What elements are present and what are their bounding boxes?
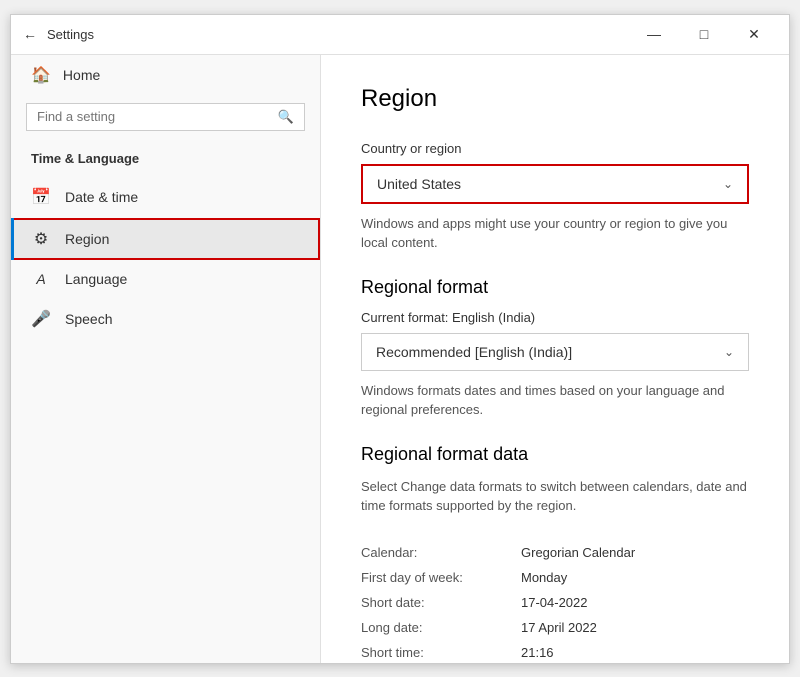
data-table: Calendar: Gregorian Calendar First day o… (361, 540, 749, 663)
sidebar-item-region[interactable]: ⚙ Region (11, 218, 320, 260)
sidebar: 🏠 Home 🔍 Time & Language 📅 Date & time ⚙… (11, 55, 321, 663)
date-time-icon: 📅 (31, 187, 51, 207)
country-chevron-icon: ⌄ (723, 177, 733, 191)
sidebar-home-item[interactable]: 🏠 Home (11, 55, 320, 95)
home-icon: 🏠 (31, 65, 51, 85)
sidebar-item-speech[interactable]: 🎤 Speech (11, 298, 320, 340)
current-format-label: Current format: English (India) (361, 310, 749, 325)
page-title: Region (361, 85, 749, 113)
sidebar-item-language[interactable]: A Language (11, 260, 320, 298)
minimize-button[interactable]: — (631, 19, 677, 49)
first-day-key: First day of week: (361, 570, 521, 585)
speech-icon: 🎤 (31, 309, 51, 329)
table-row: First day of week: Monday (361, 565, 749, 590)
sidebar-item-date-time-label: Date & time (65, 189, 138, 205)
country-dropdown[interactable]: United States ⌄ (361, 164, 749, 204)
country-section: Country or region United States ⌄ Window… (361, 141, 749, 253)
calendar-key: Calendar: (361, 545, 521, 560)
settings-window: ← Settings — □ ✕ 🏠 Home 🔍 Time & Languag… (10, 14, 790, 664)
long-date-value: 17 April 2022 (521, 620, 597, 635)
sidebar-item-language-label: Language (65, 271, 127, 287)
app-body: 🏠 Home 🔍 Time & Language 📅 Date & time ⚙… (11, 55, 789, 663)
calendar-value: Gregorian Calendar (521, 545, 635, 560)
regional-format-data-title: Regional format data (361, 444, 749, 465)
sidebar-item-speech-label: Speech (65, 311, 112, 327)
short-date-key: Short date: (361, 595, 521, 610)
short-date-value: 17-04-2022 (521, 595, 588, 610)
regional-format-title: Regional format (361, 277, 749, 298)
search-input[interactable] (37, 109, 278, 124)
back-button[interactable]: ← (23, 26, 37, 42)
language-icon: A (31, 271, 51, 287)
country-dropdown-value: United States (377, 176, 461, 192)
region-icon: ⚙ (31, 229, 51, 249)
title-bar: ← Settings — □ ✕ (11, 15, 789, 55)
short-time-value: 21:16 (521, 645, 554, 660)
long-date-key: Long date: (361, 620, 521, 635)
table-row: Short time: 21:16 (361, 640, 749, 663)
short-time-key: Short time: (361, 645, 521, 660)
regional-format-section: Regional format Current format: English … (361, 277, 749, 420)
country-helper-text: Windows and apps might use your country … (361, 214, 749, 253)
regional-format-data-desc: Select Change data formats to switch bet… (361, 477, 749, 516)
country-label: Country or region (361, 141, 749, 156)
table-row: Long date: 17 April 2022 (361, 615, 749, 640)
sidebar-item-region-label: Region (65, 231, 109, 247)
main-content: Region Country or region United States ⌄… (321, 55, 789, 663)
home-label: Home (63, 67, 100, 83)
first-day-value: Monday (521, 570, 567, 585)
regional-format-data-section: Regional format data Select Change data … (361, 444, 749, 663)
sidebar-section-label: Time & Language (11, 147, 320, 176)
window-title: Settings (47, 27, 94, 42)
table-row: Calendar: Gregorian Calendar (361, 540, 749, 565)
sidebar-item-date-time[interactable]: 📅 Date & time (11, 176, 320, 218)
format-helper-text: Windows formats dates and times based on… (361, 381, 749, 420)
maximize-button[interactable]: □ (681, 19, 727, 49)
search-icon: 🔍 (278, 109, 294, 125)
table-row: Short date: 17-04-2022 (361, 590, 749, 615)
format-dropdown-value: Recommended [English (India)] (376, 344, 572, 360)
search-box[interactable]: 🔍 (26, 103, 305, 131)
close-button[interactable]: ✕ (731, 19, 777, 49)
title-bar-left: ← Settings (23, 26, 94, 42)
format-chevron-icon: ⌄ (724, 345, 734, 359)
format-dropdown[interactable]: Recommended [English (India)] ⌄ (361, 333, 749, 371)
window-controls: — □ ✕ (631, 19, 777, 49)
